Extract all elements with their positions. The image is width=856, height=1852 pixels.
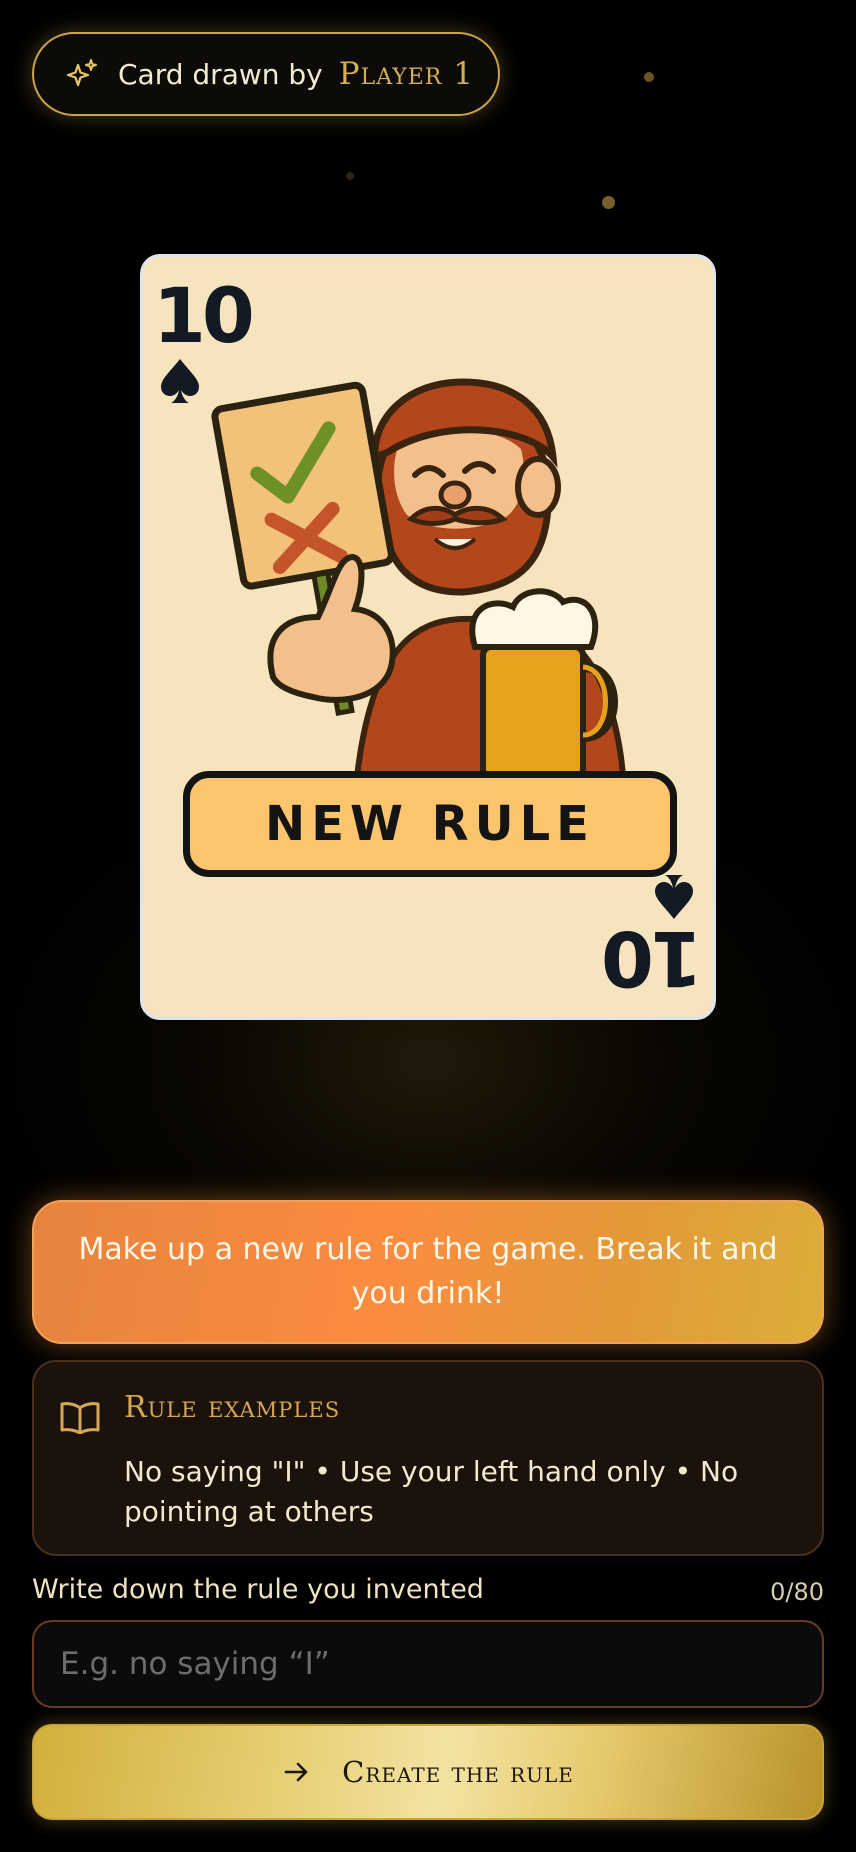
spade-icon — [161, 359, 199, 403]
card-title: NEW RULE — [265, 796, 595, 852]
player-name: Player 1 — [338, 56, 474, 92]
decorative-dot — [346, 172, 354, 180]
instruction-banner: Make up a new rule for the game. Break i… — [32, 1200, 824, 1344]
character-counter: 0/80 — [770, 1578, 824, 1606]
card-rank-bottom: 10 — [605, 914, 703, 1003]
instruction-text: Make up a new rule for the game. Break i… — [78, 1232, 778, 1311]
rule-input-label: Write down the rule you invented — [32, 1574, 484, 1605]
rule-examples-text: No saying "I" • Use your left hand only … — [124, 1455, 739, 1528]
create-rule-label: Create the rule — [342, 1755, 574, 1789]
book-icon — [60, 1402, 100, 1434]
rule-examples-panel: Rule examples No saying "I" • Use your l… — [32, 1360, 824, 1556]
sparkle-icon — [66, 59, 97, 87]
rule-input[interactable] — [32, 1620, 824, 1708]
playing-card: 10 NEW RULE 10 — [140, 254, 716, 1020]
card-drawn-by-label: Card drawn by — [118, 57, 323, 91]
decorative-dot — [644, 72, 654, 82]
create-rule-button[interactable]: Create the rule — [32, 1724, 824, 1820]
arrow-right-icon — [284, 1762, 308, 1782]
card-illustration — [211, 378, 627, 780]
card-rank-top: 10 — [153, 271, 255, 360]
new-rule-banner: NEW RULE — [183, 771, 677, 877]
rule-examples-title: Rule examples — [124, 1390, 341, 1425]
decorative-dot — [602, 196, 615, 209]
card-drawn-by-pill: Card drawn by Player 1 — [32, 32, 500, 116]
